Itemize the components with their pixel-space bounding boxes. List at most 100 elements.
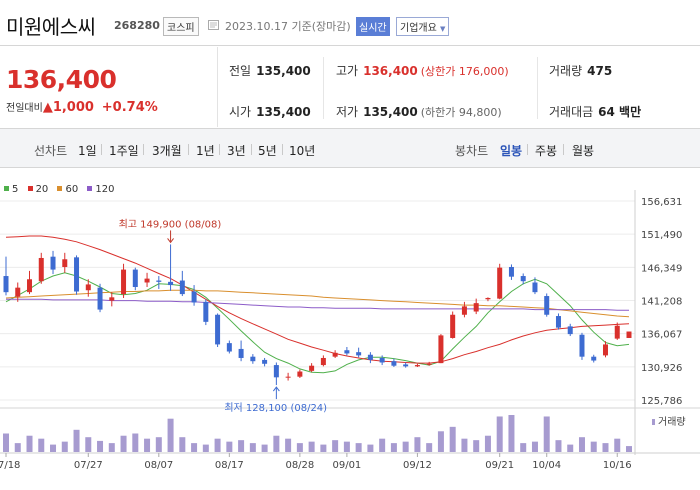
x-tick-label: 09/01 xyxy=(332,460,361,471)
stat-volume: 거래량 475 xyxy=(549,64,613,78)
candle-body xyxy=(520,276,526,282)
candle-body xyxy=(461,306,467,315)
y-tick-label: 130,926 xyxy=(641,363,682,374)
candle-body xyxy=(97,287,103,310)
divider xyxy=(527,144,528,155)
volume-bar xyxy=(449,426,456,452)
volume-bar xyxy=(332,440,339,452)
y-tick-label: 141,208 xyxy=(641,297,682,308)
change-percent: +0.74% xyxy=(101,100,158,115)
candle-body xyxy=(144,278,150,283)
candle-body xyxy=(156,280,162,282)
divider xyxy=(563,144,564,155)
volume-bar xyxy=(73,429,80,452)
base-date: 2023.10.17 기준(장마감) xyxy=(225,20,351,33)
candle-body xyxy=(74,257,80,292)
divider xyxy=(251,144,252,155)
candle-body xyxy=(191,291,197,303)
period-1y[interactable]: 1년 xyxy=(196,142,215,159)
candle-body xyxy=(250,356,256,362)
x-tick-label: 08/28 xyxy=(285,460,314,471)
volume-bar xyxy=(144,438,151,452)
volume-bar xyxy=(578,437,585,452)
candle-body xyxy=(273,365,279,378)
candle-body xyxy=(532,282,538,293)
stock-header: 미원에스씨 268280 코스피 2023.10.17 기준(장마감) 실시간 … xyxy=(0,0,700,46)
candle-body xyxy=(544,296,550,315)
volume-bar xyxy=(3,433,9,452)
volume-bar xyxy=(273,435,280,452)
candle-body xyxy=(62,259,68,268)
volume-bar xyxy=(590,441,597,452)
stock-widget: 미원에스씨 268280 코스피 2023.10.17 기준(장마감) 실시간 … xyxy=(0,0,700,490)
x-tick-label: 10/16 xyxy=(603,460,632,471)
volume-bar xyxy=(426,443,433,452)
volume-bar xyxy=(238,440,245,452)
divider xyxy=(537,57,538,119)
low-annotation: 최저 128,100 (08/24) xyxy=(224,402,327,414)
candle-body xyxy=(132,269,138,288)
candle-body xyxy=(438,335,444,364)
volume-bar xyxy=(402,441,409,452)
volume-bar xyxy=(567,444,574,452)
candle-body xyxy=(391,361,397,366)
volume-bar xyxy=(296,443,303,452)
x-tick-label: 07/18 xyxy=(0,460,20,471)
y-tick-label: 156,631 xyxy=(641,197,682,208)
candle-body xyxy=(379,357,385,363)
volume-bar xyxy=(484,435,491,452)
volume-legend-label: 거래량 xyxy=(658,416,686,428)
volume-bar xyxy=(97,440,104,452)
period-5y[interactable]: 5년 xyxy=(258,142,277,159)
price-box: 136,400 전일대비▲1,000 +0.74% xyxy=(0,47,218,127)
stat-trade-value: 거래대금 64 백만 xyxy=(549,105,642,119)
caret-down-icon: ▼ xyxy=(440,25,446,33)
company-info-dropdown[interactable]: 기업개요 ▼ xyxy=(396,17,450,36)
volume-bar xyxy=(355,443,362,452)
x-tick-label: 07/27 xyxy=(74,460,103,471)
candle-body xyxy=(403,364,409,367)
candle-body xyxy=(414,365,420,367)
realtime-badge[interactable]: 실시간 xyxy=(356,17,390,36)
candle-weekly[interactable]: 주봉 xyxy=(535,142,557,159)
candle-body xyxy=(215,314,221,345)
candle-body xyxy=(497,267,503,299)
candle-body xyxy=(50,256,56,270)
candle-monthly[interactable]: 월봉 xyxy=(572,142,594,159)
candle-body xyxy=(15,287,21,297)
candle-body xyxy=(555,316,561,328)
volume-bar xyxy=(155,437,162,452)
divider xyxy=(219,144,220,155)
candle-body xyxy=(85,284,91,291)
stock-code: 268280 xyxy=(114,19,160,32)
candle-body xyxy=(168,281,174,286)
divider xyxy=(282,144,283,155)
volume-bar xyxy=(308,441,315,452)
candle-body xyxy=(485,297,491,300)
stock-name[interactable]: 미원에스씨 xyxy=(6,11,96,40)
candle-chart-label: 봉차트 xyxy=(455,144,489,158)
candle-daily[interactable]: 일봉 xyxy=(500,142,522,159)
volume-bar xyxy=(508,415,515,452)
period-1w[interactable]: 1주일 xyxy=(109,142,139,159)
candle-body xyxy=(179,280,185,295)
divider xyxy=(323,57,324,119)
candlestick-chart[interactable]: 156,631 151,490 146,349 141,208 136,067 130,9… xyxy=(0,168,700,490)
volume-bar xyxy=(61,441,68,452)
period-10y[interactable]: 10년 xyxy=(289,142,315,159)
stat-high: 고가 136,400 (상한가 176,000) xyxy=(336,64,509,78)
volume-bar xyxy=(167,418,174,452)
period-1d[interactable]: 1일 xyxy=(78,142,97,159)
volume-bar xyxy=(26,435,33,452)
volume-bar xyxy=(85,437,92,452)
candle-body xyxy=(344,350,350,354)
divider xyxy=(188,144,189,155)
y-tick-label: 146,349 xyxy=(641,263,682,274)
period-3m[interactable]: 3개월 xyxy=(152,142,182,159)
candle-body xyxy=(450,314,456,338)
x-tick-label: 09/12 xyxy=(403,460,432,471)
volume-bar xyxy=(602,443,609,452)
candle-body xyxy=(473,303,479,312)
period-3y[interactable]: 3년 xyxy=(227,142,246,159)
company-info-label: 기업개요 xyxy=(400,23,437,34)
